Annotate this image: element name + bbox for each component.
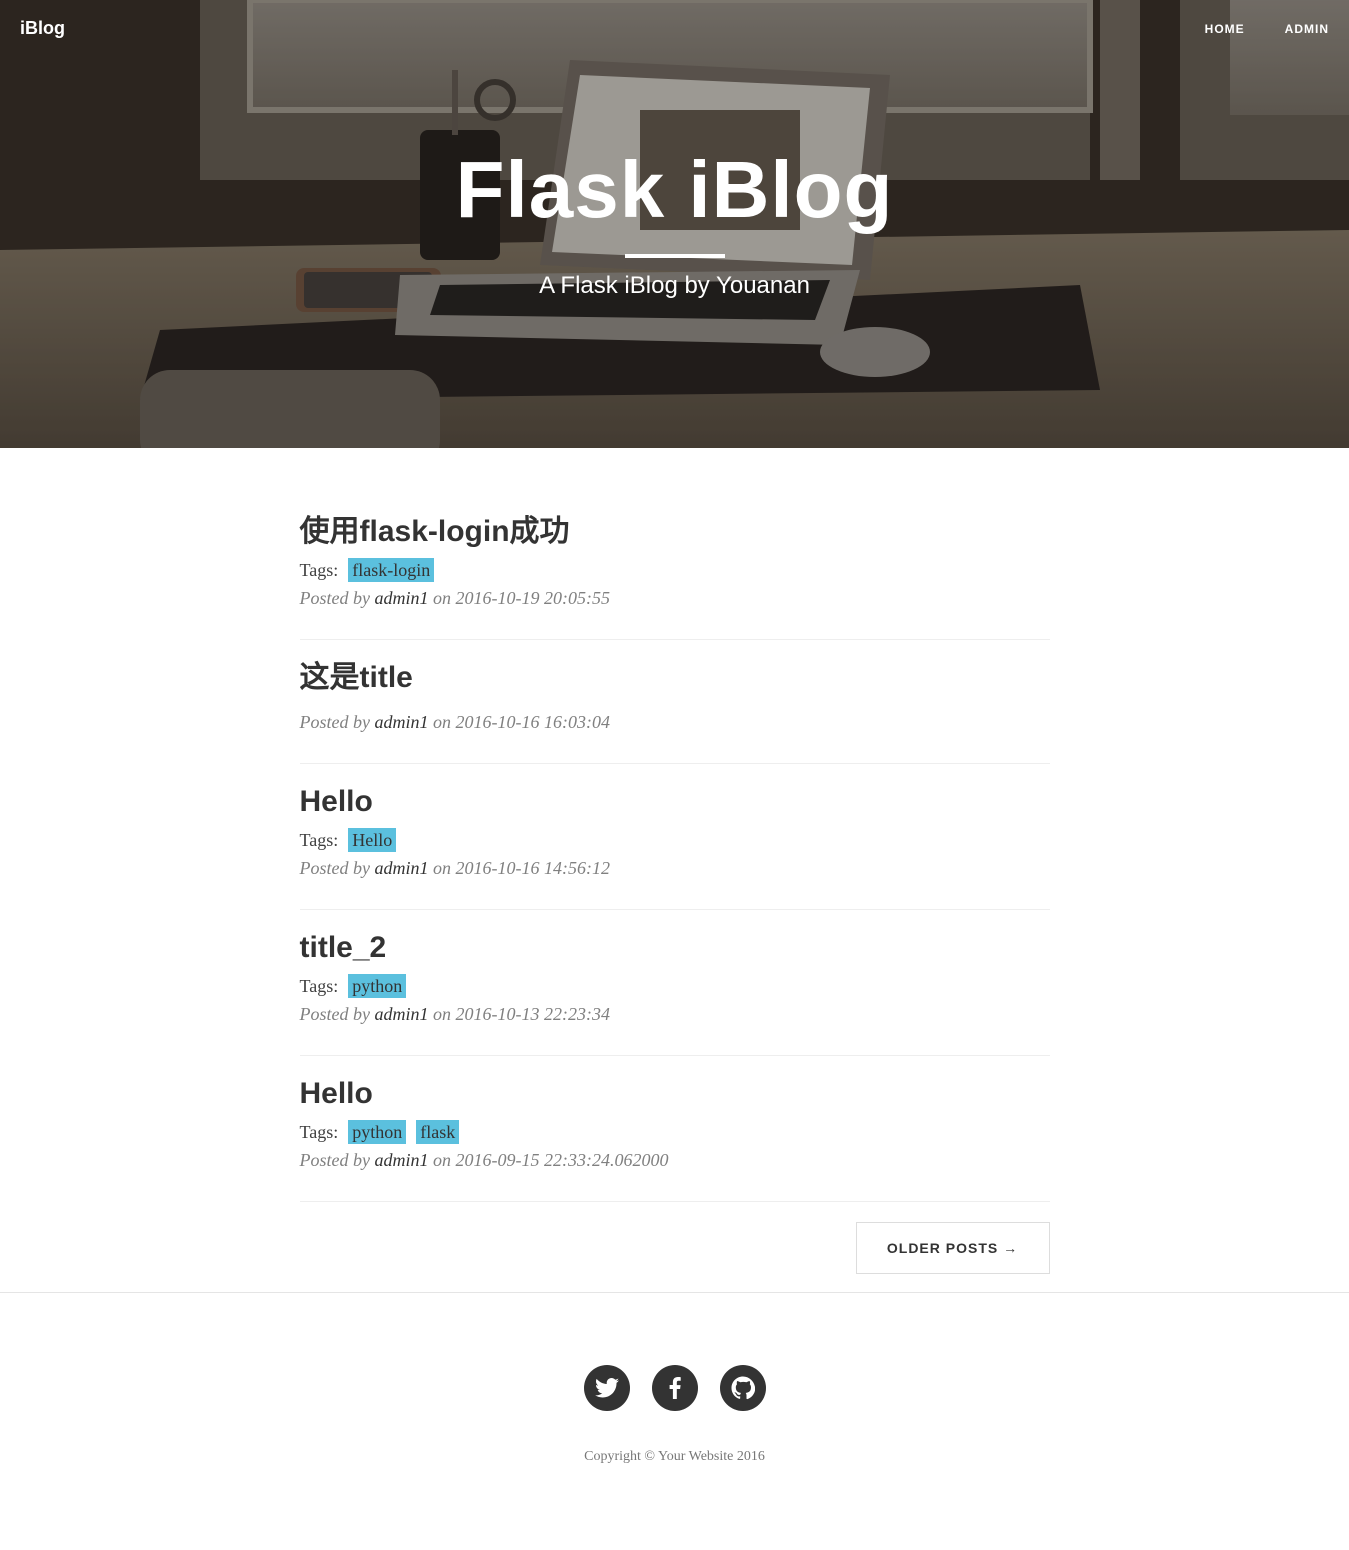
tags-label: Tags: <box>299 829 339 850</box>
tag-link[interactable]: Hello <box>348 828 397 852</box>
post-date: on 2016-10-13 22:23:34 <box>432 1004 610 1024</box>
nav-admin-link[interactable]: ADMIN <box>1285 22 1329 36</box>
post-meta: Posted by admin1 on 2016-10-16 16:03:04 <box>300 712 1050 733</box>
site-heading: Flask iBlog A Flask iBlog by Youanan <box>0 150 1349 300</box>
author-link[interactable]: admin1 <box>374 588 428 608</box>
post-meta: Posted by admin1 on 2016-10-13 22:23:34 <box>300 1004 1050 1025</box>
nav-home-link[interactable]: HOME <box>1205 22 1245 36</box>
tag-link[interactable]: python <box>348 1120 407 1144</box>
nav-links: HOME ADMIN <box>1205 22 1329 36</box>
post-date: on 2016-10-16 16:03:04 <box>432 712 610 732</box>
pager: OLDER POSTS → <box>300 1222 1050 1292</box>
hero-header: iBlog HOME ADMIN Flask iBlog A Flask iBl… <box>0 0 1349 448</box>
footer: Copyright © Your Website 2016 <box>0 1292 1349 1465</box>
post-tags: Tags: Hello <box>300 828 1050 852</box>
posted-by-label: Posted by <box>299 858 370 878</box>
posted-by-label: Posted by <box>299 1004 370 1024</box>
twitter-icon[interactable] <box>583 1365 630 1411</box>
posted-by-label: Posted by <box>299 712 370 732</box>
post-title-link[interactable]: title_2 <box>300 930 1050 966</box>
social-links <box>0 1365 1349 1411</box>
post-date: on 2016-10-19 20:05:55 <box>432 588 610 608</box>
tag-link[interactable]: flask-login <box>348 558 435 582</box>
post-title-link[interactable]: 使用flask-login成功 <box>300 514 1050 550</box>
site-title: Flask iBlog <box>455 145 894 234</box>
post-list: 使用flask-login成功 Tags: flask-login Posted… <box>299 448 1050 1292</box>
post-tags: Tags: python flask <box>300 1120 1050 1144</box>
post-title-link[interactable]: Hello <box>300 784 1050 820</box>
facebook-icon[interactable] <box>651 1365 698 1411</box>
github-icon[interactable] <box>719 1365 766 1411</box>
tags-label: Tags: <box>299 1121 339 1142</box>
author-link[interactable]: admin1 <box>374 858 428 878</box>
post-tags: Tags: python <box>300 974 1050 998</box>
site-subtitle: A Flask iBlog by Youanan <box>539 272 810 299</box>
tag-link[interactable]: flask <box>416 1120 460 1144</box>
copyright-text: Copyright © Your Website 2016 <box>584 1449 765 1464</box>
navbar: iBlog HOME ADMIN <box>0 0 1349 60</box>
author-link[interactable]: admin1 <box>374 1150 428 1170</box>
title-divider <box>624 254 725 258</box>
post-title-link[interactable]: Hello <box>300 1076 1050 1112</box>
post-date: on 2016-10-16 14:56:12 <box>432 858 610 878</box>
brand-logo-link[interactable]: iBlog <box>20 18 65 39</box>
post-preview: title_2 Tags: python Posted by admin1 on… <box>299 930 1050 1056</box>
post-preview: Hello Tags: Hello Posted by admin1 on 20… <box>299 784 1050 910</box>
author-link[interactable]: admin1 <box>374 1004 428 1024</box>
post-tags: Tags: flask-login <box>300 558 1050 582</box>
post-meta: Posted by admin1 on 2016-10-19 20:05:55 <box>300 588 1050 609</box>
posted-by-label: Posted by <box>299 1150 370 1170</box>
tags-label: Tags: <box>299 559 339 580</box>
tags-label: Tags: <box>299 975 339 996</box>
tag-link[interactable]: python <box>348 974 407 998</box>
post-preview: 这是title Posted by admin1 on 2016-10-16 1… <box>299 660 1050 764</box>
post-preview: 使用flask-login成功 Tags: flask-login Posted… <box>299 514 1050 640</box>
posted-by-label: Posted by <box>299 588 370 608</box>
author-link[interactable]: admin1 <box>374 712 428 732</box>
post-title-link[interactable]: 这是title <box>300 660 1050 696</box>
post-meta: Posted by admin1 on 2016-09-15 22:33:24.… <box>300 1150 1050 1171</box>
post-meta: Posted by admin1 on 2016-10-16 14:56:12 <box>300 858 1050 879</box>
post-date: on 2016-09-15 22:33:24.062000 <box>432 1150 669 1170</box>
post-preview: Hello Tags: python flask Posted by admin… <box>299 1076 1050 1202</box>
older-posts-button[interactable]: OLDER POSTS → <box>855 1222 1050 1274</box>
